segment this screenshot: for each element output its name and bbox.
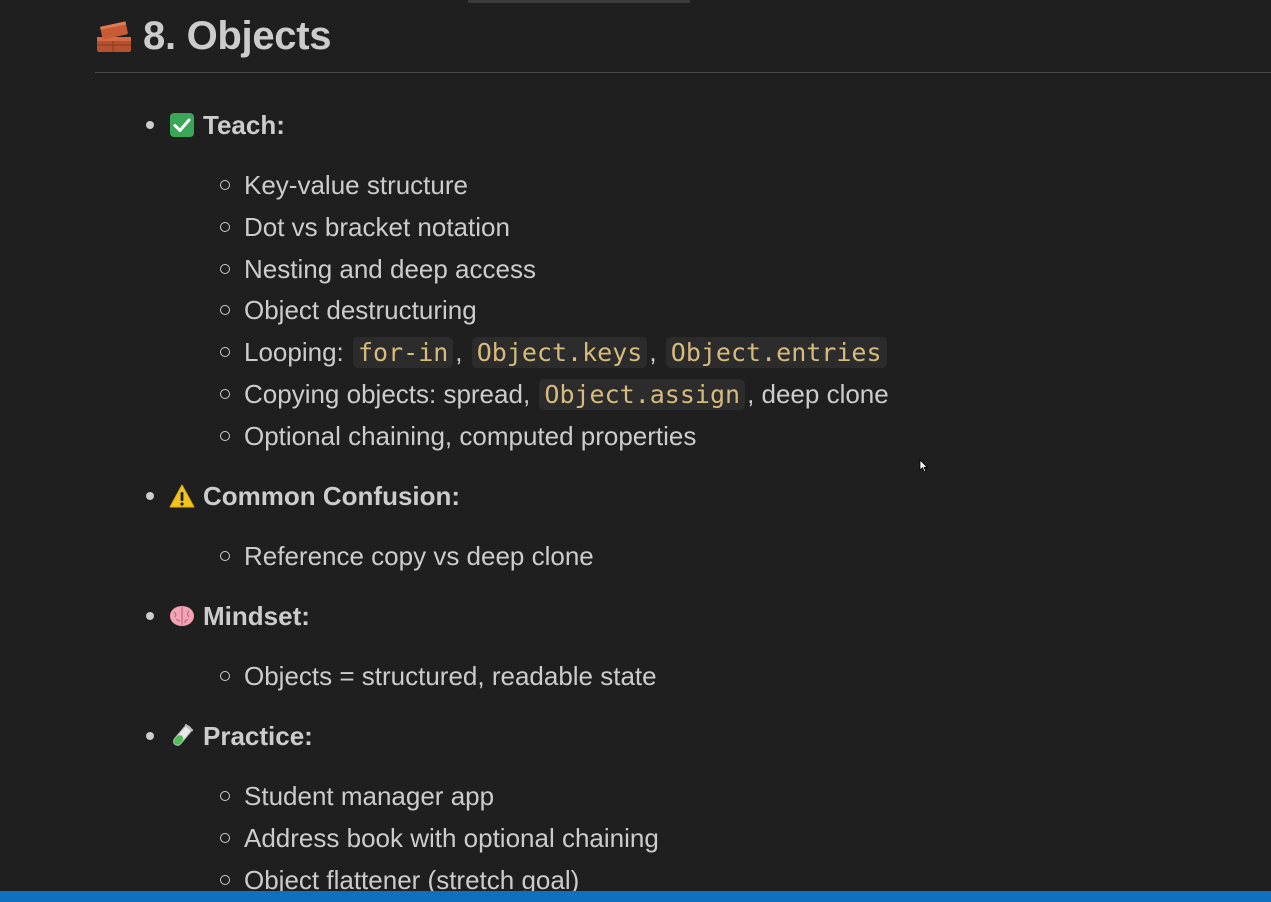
list-item-text: Nesting and deep access (244, 253, 536, 284)
list-item-text: Reference copy vs deep clone (244, 540, 594, 571)
inline-code: Object.entries (665, 336, 887, 368)
inline-code: Object.keys (471, 336, 648, 368)
list-item-text: Address book with optional chaining (244, 822, 659, 853)
list-item-text: Dot vs bracket notation (244, 211, 510, 242)
list-item: Address book with optional chaining (220, 821, 659, 855)
list-item-suffix: , deep clone (747, 378, 889, 409)
bullet-dot (146, 612, 154, 620)
separator-text: , (455, 336, 470, 367)
section-confusion-heading: Common Confusion: (146, 480, 460, 512)
bullet-ring (220, 222, 230, 232)
status-bar[interactable] (0, 891, 1271, 902)
bullet-ring (220, 551, 230, 561)
list-item: Objects = structured, readable state (220, 659, 657, 693)
section-label: Practice: (203, 720, 313, 751)
heading-divider (95, 72, 1271, 73)
list-item: Copying objects: spread, Object.assign ,… (220, 377, 889, 411)
bullet-ring (220, 389, 230, 399)
section-teach-heading: Teach: (146, 109, 285, 141)
section-mindset-heading: Mindset: (146, 600, 310, 632)
list-item-text: Student manager app (244, 780, 495, 811)
section-label: Teach: (203, 109, 285, 140)
check-mark-button-icon (170, 113, 194, 137)
list-item: Object destructuring (220, 293, 477, 327)
inline-code: Object.assign (539, 378, 746, 410)
list-item-text: Looping: (244, 336, 351, 367)
section-label: Mindset: (203, 600, 310, 631)
list-item: Nesting and deep access (220, 252, 536, 286)
separator-text: , (649, 336, 664, 367)
bullet-dot (146, 492, 154, 500)
warning-icon (169, 484, 195, 508)
test-tube-icon (173, 724, 194, 746)
bullet-ring (220, 431, 230, 441)
bullet-ring (220, 180, 230, 190)
brain-icon (170, 606, 194, 626)
inline-code: for-in (352, 336, 454, 368)
list-item-text: Optional chaining, computed properties (244, 420, 697, 451)
list-item-text: Objects = structured, readable state (244, 660, 657, 691)
list-item: Reference copy vs deep clone (220, 539, 594, 573)
list-item-text: Object destructuring (244, 294, 477, 325)
bullet-dot (146, 121, 154, 129)
bullet-ring (220, 791, 230, 801)
bullet-ring (220, 264, 230, 274)
bullet-dot (146, 732, 154, 740)
list-item-text: Key-value structure (244, 169, 468, 200)
bullet-ring (220, 347, 230, 357)
section-practice-heading: Practice: (146, 720, 313, 752)
bullet-ring (220, 833, 230, 843)
scroll-indicator (468, 0, 690, 3)
list-item: Key-value structure (220, 168, 468, 202)
list-item: Optional chaining, computed properties (220, 419, 696, 453)
bullet-ring (220, 875, 230, 885)
page-heading: 8. Objects (95, 10, 332, 62)
bricks-icon (97, 21, 131, 52)
bullet-ring (220, 305, 230, 315)
list-item: Student manager app (220, 779, 494, 813)
list-item: Dot vs bracket notation (220, 210, 510, 244)
section-label: Common Confusion: (203, 480, 461, 511)
page-title: 8. Objects (143, 13, 332, 58)
list-item-text: Copying objects: spread, (244, 378, 538, 409)
bullet-ring (220, 671, 230, 681)
mouse-pointer-icon (919, 459, 929, 473)
list-item: Looping: for-in , Object.keys , Object.e… (220, 335, 889, 369)
